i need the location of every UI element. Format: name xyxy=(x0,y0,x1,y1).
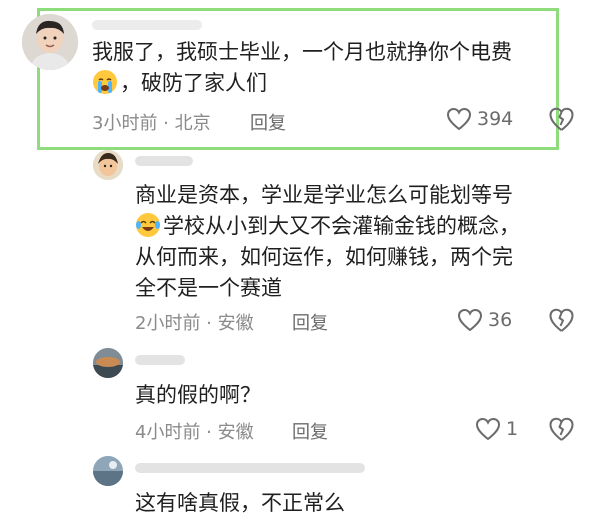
comment-line: 我服了，我硕士毕业，一个月也就挣你个电费 xyxy=(92,40,512,64)
comment-text: 这有啥真假，不正常么 xyxy=(135,488,345,519)
comment-line: 学校从小到大又不会灌输金钱的概念， xyxy=(163,214,520,238)
reply-button[interactable]: 回复 xyxy=(250,109,286,135)
broken-heart-icon xyxy=(549,417,574,441)
time-location: 3小时前 · 北京 xyxy=(92,113,211,134)
dislike-button[interactable] xyxy=(548,106,575,133)
comment-line: ，破防了家人们 xyxy=(120,71,267,95)
like-button[interactable]: 36 xyxy=(457,308,512,332)
like-count: 1 xyxy=(506,418,519,440)
reply-button[interactable]: 回复 xyxy=(292,309,328,335)
like-button[interactable]: 1 xyxy=(475,417,518,441)
time-location: 4小时前 · 安徽 xyxy=(135,422,254,443)
broken-heart-icon xyxy=(549,107,574,131)
like-count: 36 xyxy=(488,309,513,331)
dislike-button[interactable] xyxy=(548,416,575,443)
tears-of-joy-emoji xyxy=(136,213,160,237)
avatar[interactable] xyxy=(93,456,123,486)
comment-line: 商业是资本，学业是学业怎么可能划等号 xyxy=(135,183,513,207)
username-blurred[interactable] xyxy=(135,463,365,473)
dislike-button[interactable] xyxy=(548,307,575,334)
username-blurred[interactable] xyxy=(92,20,202,30)
avatar[interactable] xyxy=(22,14,78,70)
username-blurred[interactable] xyxy=(135,355,185,365)
reply-button[interactable]: 回复 xyxy=(292,418,328,444)
comment-line: 真的假的啊？ xyxy=(135,383,261,407)
broken-heart-icon xyxy=(549,308,574,332)
crying-face-emoji xyxy=(93,70,117,94)
comment-line: 从何而来，如何运作，如何赚钱，两个完 xyxy=(135,245,513,269)
username-blurred[interactable] xyxy=(135,156,193,166)
like-count: 394 xyxy=(477,108,514,130)
heart-icon xyxy=(457,308,483,332)
comment-text: 我服了，我硕士毕业，一个月也就挣你个电费 ，破防了家人们 xyxy=(92,37,512,99)
heart-icon xyxy=(446,107,472,131)
avatar[interactable] xyxy=(93,150,123,180)
comment-line: 这有啥真假，不正常么 xyxy=(135,491,345,515)
avatar[interactable] xyxy=(93,348,123,378)
comment-text: 真的假的啊？ xyxy=(135,380,261,411)
time-location: 2小时前 · 安徽 xyxy=(135,313,254,334)
heart-icon xyxy=(475,417,501,441)
like-button[interactable]: 394 xyxy=(446,107,513,131)
comment-text: 商业是资本，学业是学业怎么可能划等号 学校从小到大又不会灌输金钱的概念， 从何而… xyxy=(135,180,520,304)
comment-line: 全不是一个赛道 xyxy=(135,276,282,300)
